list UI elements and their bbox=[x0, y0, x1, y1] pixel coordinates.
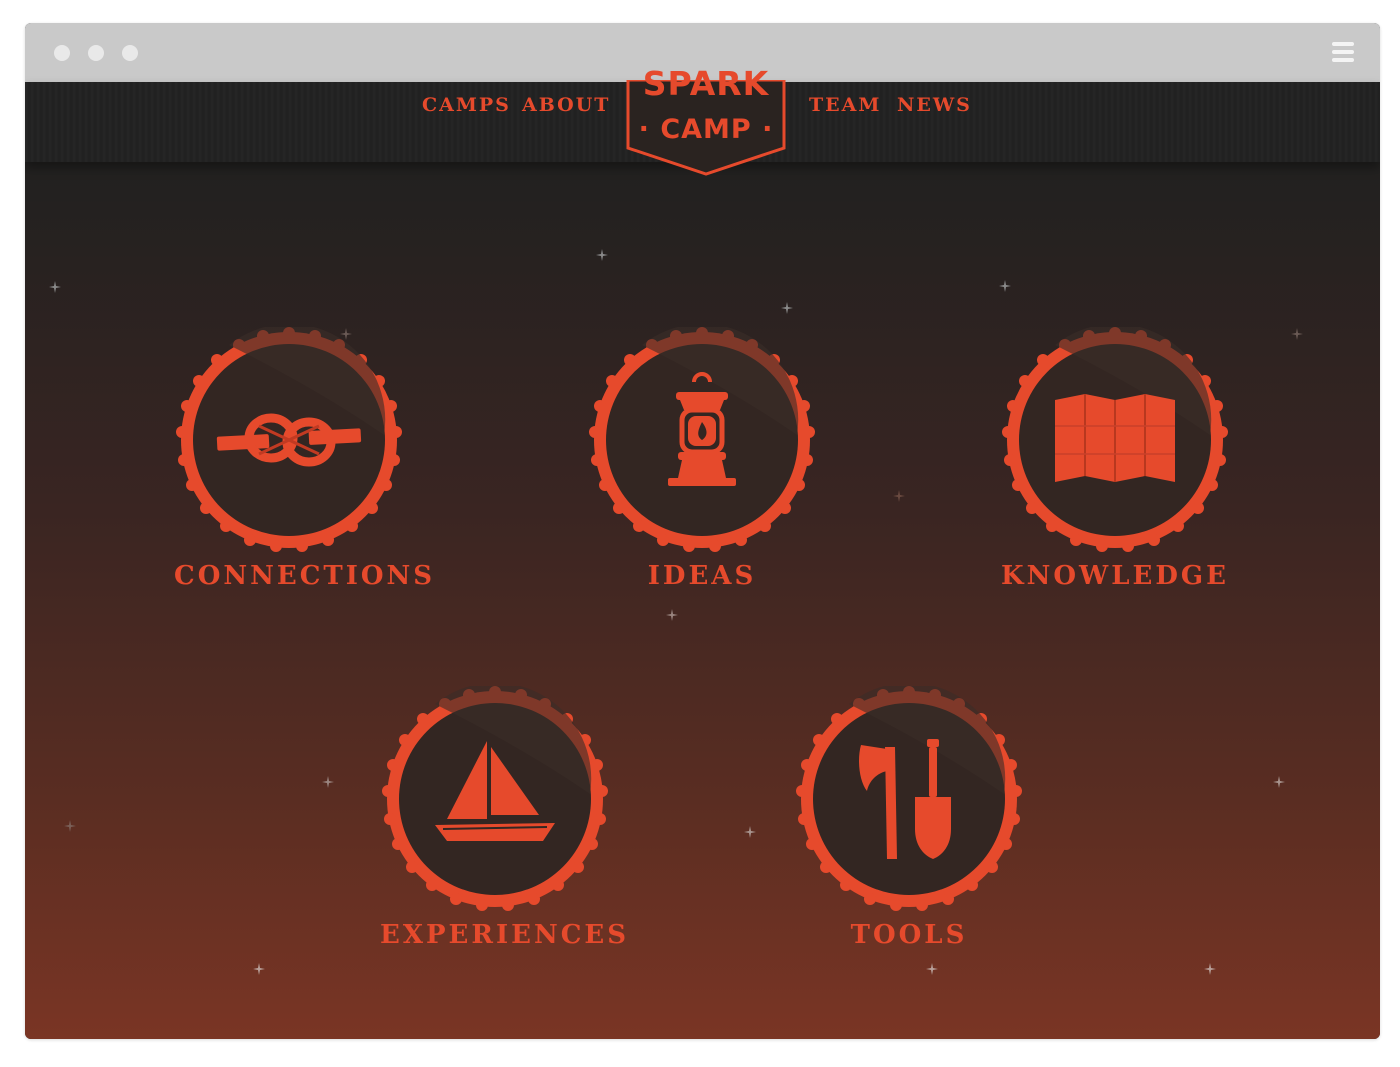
star-icon bbox=[744, 826, 756, 838]
logo-line-spark: SPARK bbox=[642, 64, 770, 103]
badge-experiences[interactable]: EXPERIENCES bbox=[380, 686, 629, 950]
badge-seal bbox=[382, 686, 608, 911]
badge-label-knowledge: KNOWLEDGE bbox=[1001, 561, 1229, 591]
star-icon bbox=[596, 249, 608, 261]
nav-link-news[interactable]: NEWS bbox=[897, 94, 972, 116]
badge-seal bbox=[1002, 327, 1228, 552]
star-icon bbox=[893, 490, 905, 502]
badge-tools[interactable]: TOOLS bbox=[794, 686, 1024, 950]
badge-knowledge[interactable]: KNOWLEDGE bbox=[1000, 327, 1230, 591]
star-icon bbox=[1273, 776, 1285, 788]
hamburger-menu-icon[interactable] bbox=[1332, 42, 1354, 64]
star-icon bbox=[253, 963, 265, 975]
star-icon bbox=[1204, 963, 1216, 975]
star-icon bbox=[64, 820, 76, 832]
badge-label-connections: CONNECTIONS bbox=[174, 561, 436, 591]
star-icon bbox=[666, 609, 678, 621]
star-icon bbox=[49, 281, 61, 293]
page-content: CAMPS ABOUT TEAM NEWS SPARK · CAMP · CON… bbox=[25, 64, 1380, 1039]
nav-link-about[interactable]: ABOUT bbox=[522, 94, 610, 116]
map-icon bbox=[1055, 394, 1175, 482]
window-dot-maximize[interactable] bbox=[122, 45, 138, 61]
star-icon bbox=[1291, 328, 1303, 340]
star-icon bbox=[926, 963, 938, 975]
window-dot-close[interactable] bbox=[54, 45, 70, 61]
nav-link-camps[interactable]: CAMPS bbox=[422, 94, 511, 116]
window-dot-minimize[interactable] bbox=[88, 45, 104, 61]
star-icon bbox=[999, 280, 1011, 292]
nav-link-team[interactable]: TEAM bbox=[809, 94, 881, 116]
logo-line-camp: · CAMP · bbox=[638, 114, 774, 145]
badge-seal bbox=[176, 327, 402, 552]
badge-ideas[interactable]: IDEAS bbox=[587, 327, 817, 591]
badge-label-tools: TOOLS bbox=[850, 920, 968, 950]
badge-connections[interactable]: CONNECTIONS bbox=[174, 327, 436, 591]
star-icon bbox=[781, 302, 793, 314]
badge-seal bbox=[589, 327, 815, 552]
star-icon bbox=[322, 776, 334, 788]
badge-seal bbox=[796, 686, 1022, 911]
browser-window: CAMPS ABOUT TEAM NEWS SPARK · CAMP · CON… bbox=[25, 23, 1380, 1039]
badge-label-experiences: EXPERIENCES bbox=[380, 920, 629, 950]
spark-camp-logo[interactable]: SPARK · CAMP · bbox=[625, 64, 787, 177]
badge-label-ideas: IDEAS bbox=[647, 561, 757, 591]
